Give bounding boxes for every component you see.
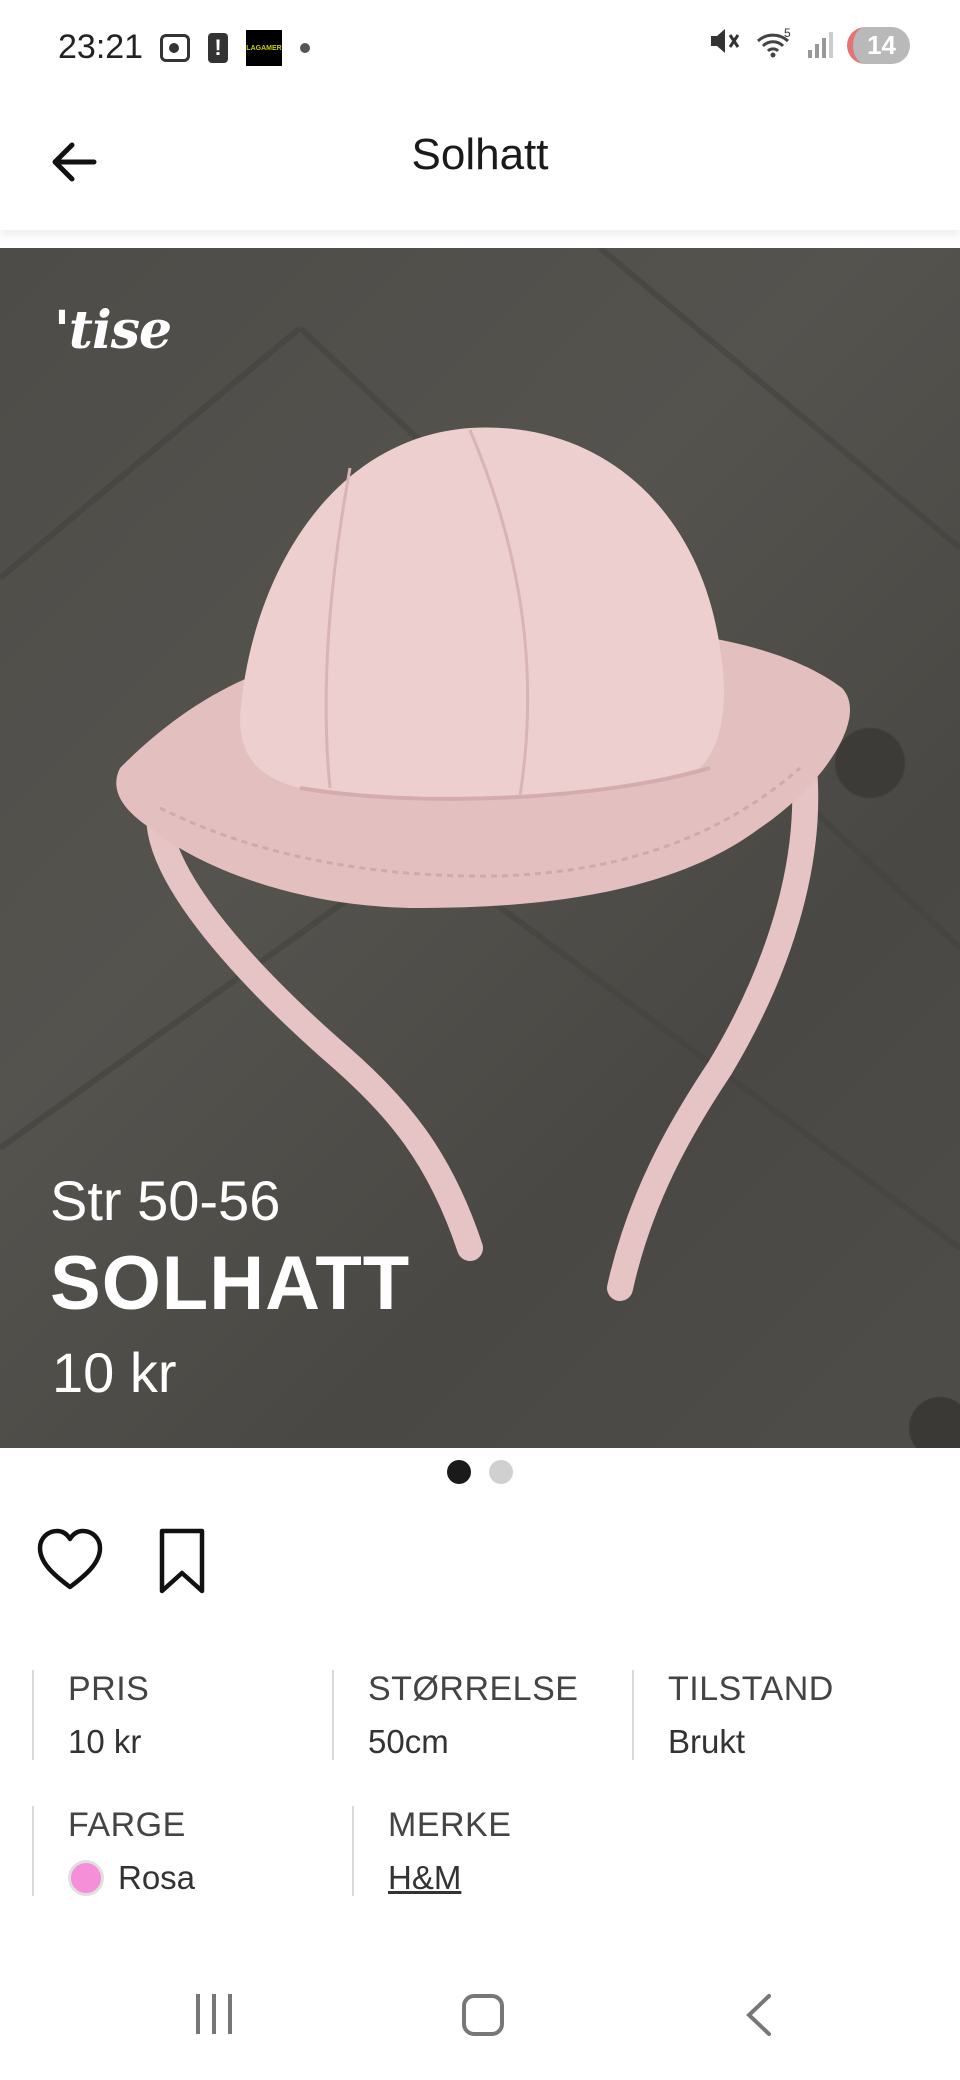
price-value: 10 kr [68,1723,142,1760]
detail-condition: TILSTAND Brukt [632,1670,932,1760]
wifi-icon: 5 [754,26,794,64]
color-label: FARGE [68,1806,186,1844]
color-value: Rosa [118,1859,196,1896]
detail-brand: MERKE H&M [352,1806,672,1896]
action-row [34,1525,218,1597]
home-button[interactable] [462,1994,504,2036]
app-icon-text: LAGAMER [246,44,282,52]
size-value: 50cm [368,1723,449,1760]
status-icons-left: ! LAGAMER [160,30,310,66]
tise-watermark-logo: 'tise [54,300,172,361]
pager-dot[interactable] [489,1460,513,1484]
app-header: Solhatt [0,100,960,230]
status-time: 23:21 [58,28,144,66]
alert-icon: ! [208,33,228,63]
like-button[interactable] [34,1525,106,1597]
detail-color: FARGE Rosa [32,1806,352,1896]
price-label: PRIS [68,1670,150,1708]
photo-name-text: SOLHATT [50,1241,411,1326]
svg-text:5: 5 [784,27,791,40]
brand-label: MERKE [388,1806,512,1844]
status-bar: 23:21 ! LAGAMER 5 14 [0,0,960,100]
condition-value: Brukt [668,1723,746,1760]
notification-count-badge: 14 [847,26,910,64]
color-swatch [68,1860,104,1896]
signal-icon [808,32,834,58]
detail-size: STØRRELSE 50cm [332,1670,632,1760]
recent-apps-button[interactable] [196,1994,232,2034]
pager-dot-active[interactable] [447,1460,471,1484]
system-nav-bar [0,1960,960,2080]
save-button[interactable] [146,1525,218,1597]
app-notification-icon: LAGAMER [246,30,282,66]
brand-link[interactable]: H&M [388,1859,672,1897]
screenshot-icon [160,34,190,62]
image-pager [0,1460,960,1484]
photo-price-text: 10 kr [52,1341,177,1404]
more-notifications-dot-icon [300,43,310,53]
bookmark-icon [159,1528,205,1594]
color-value-row: Rosa [68,1859,352,1897]
product-photo[interactable]: 'tise Str 50-56 SOLHATT 10 kr [0,248,960,1448]
mute-icon [708,26,740,64]
system-back-button[interactable] [735,1990,785,2040]
page-title: Solhatt [411,130,549,179]
details-row-2: FARGE Rosa MERKE H&M [32,1806,932,1942]
chevron-left-icon [746,1994,771,2036]
heart-icon [37,1528,103,1590]
photo-size-text: Str 50-56 [50,1169,281,1232]
details-row-1: PRIS 10 kr STØRRELSE 50cm TILSTAND Brukt [32,1670,932,1806]
condition-label: TILSTAND [668,1670,834,1708]
detail-price: PRIS 10 kr [32,1670,332,1760]
status-icons-right: 5 14 [708,26,910,64]
product-details: PRIS 10 kr STØRRELSE 50cm TILSTAND Brukt… [32,1670,932,1942]
size-label: STØRRELSE [368,1670,579,1708]
